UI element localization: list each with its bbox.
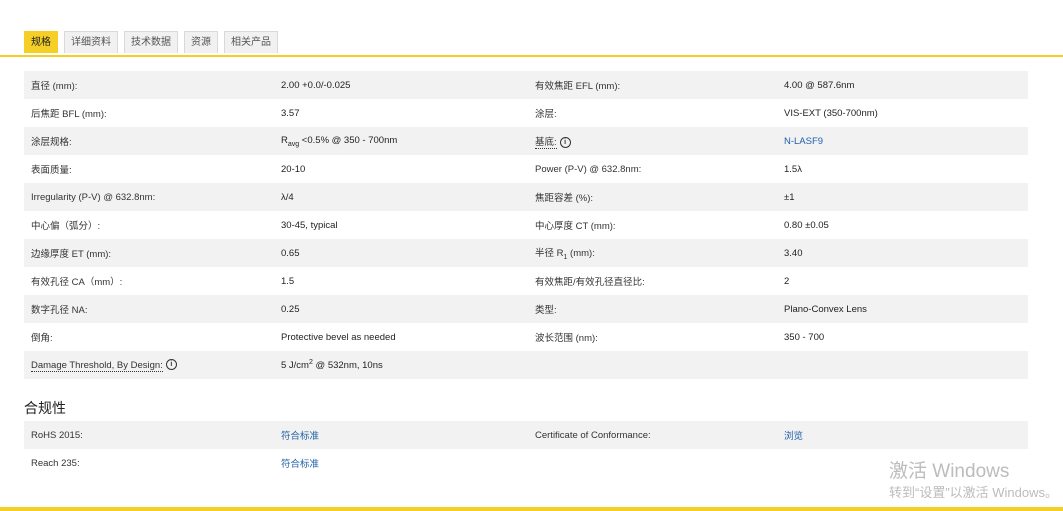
info-icon[interactable]: i: [165, 359, 177, 371]
spec-label: Irregularity (P-V) @ 632.8nm:: [24, 183, 274, 211]
spec-value: 4.00 @ 587.6nm: [777, 71, 1028, 99]
tab-specs[interactable]: 规格: [24, 31, 58, 53]
table-row: 倒角: Protective bevel as needed 波长范围 (nm)…: [24, 323, 1028, 351]
spec-value: Plano-Convex Lens: [777, 295, 1028, 323]
windows-activation-watermark: 激活 Windows: [889, 461, 1010, 482]
tab-resources[interactable]: 资源: [184, 31, 218, 53]
tab-bar: 规格 详细资料 技术数据 资源 相关产品: [0, 0, 1063, 57]
compliance-label: [528, 449, 777, 477]
spec-label: 半径 R1 (mm):: [528, 239, 777, 267]
damage-threshold-label-text[interactable]: Damage Threshold, By Design:: [31, 359, 163, 372]
spec-value: 3.57: [281, 107, 300, 119]
substrate-label[interactable]: 基底: i: [528, 127, 777, 155]
spec-value: λ/4: [274, 183, 528, 211]
spec-label: 数字孔径 NA:: [24, 295, 274, 323]
spec-label: Power (P-V) @ 632.8nm:: [535, 163, 642, 175]
spec-value: 3.40: [777, 239, 1028, 267]
windows-activation-hint: 转到“设置”以激活 Windows。: [889, 485, 1059, 500]
compliance-table: RoHS 2015: 符合标准 Certificate of Conforman…: [24, 421, 1028, 477]
table-row: 边缘厚度 ET (mm): 0.65 半径 R1 (mm): 3.40: [24, 239, 1028, 267]
bottom-accent-bar: [0, 507, 1063, 511]
spec-value: 2.00 +0.0/-0.025: [274, 71, 528, 99]
spec-value-pre: R: [281, 134, 288, 146]
spec-label: 中心厚度 CT (mm):: [535, 221, 616, 232]
table-row: 后焦距 BFL (mm): 3.57 涂层: VIS-EXT (350-700n…: [24, 99, 1028, 127]
spec-value: Ravg <0.5% @ 350 - 700nm: [274, 127, 528, 155]
spec-label: 直径 (mm):: [24, 71, 274, 99]
spec-label: 倒角:: [31, 333, 53, 344]
spec-label: 后焦距 BFL (mm):: [31, 109, 107, 120]
table-row: 数字孔径 NA: 0.25 类型: Plano-Convex Lens: [24, 295, 1028, 323]
table-row: 表面质量: 20-10 Power (P-V) @ 632.8nm: 1.5λ: [24, 155, 1028, 183]
spec-value: 0.65: [274, 239, 528, 267]
spec-value-post: @ 532nm, 10ns: [312, 360, 383, 372]
spec-label-pre: 半径 R: [535, 248, 564, 260]
substrate-label-text[interactable]: 基底:: [535, 137, 557, 149]
spec-label: 涂层:: [535, 109, 557, 120]
spec-label: 中心偏（弧分）:: [31, 221, 101, 232]
spec-label: [528, 351, 777, 379]
spec-value-pre: 5 J/cm: [281, 360, 309, 372]
reach-link[interactable]: 符合标准: [274, 449, 528, 477]
certificate-browse-link[interactable]: 浏览: [777, 421, 1028, 449]
spec-label: 有效焦距/有效孔径直径比:: [535, 277, 645, 288]
spec-value: 5 J/cm2 @ 532nm, 10ns: [274, 351, 528, 379]
spec-value-sub: avg: [287, 140, 300, 148]
spec-value: 1.5: [281, 275, 295, 287]
compliance-label: Reach 235:: [31, 457, 80, 469]
damage-threshold-label[interactable]: Damage Threshold, By Design: i: [24, 351, 274, 379]
compliance-label: RoHS 2015:: [24, 421, 274, 449]
spec-label: 表面质量:: [31, 165, 72, 176]
compliance-label: Certificate of Conformance:: [528, 421, 777, 449]
compliance-title: 合规性: [24, 400, 66, 416]
spec-value: 0.80 ±0.05: [784, 219, 829, 231]
spec-label: 波长范围 (nm):: [535, 333, 598, 344]
spec-value: 20-10: [281, 163, 306, 175]
table-row: Reach 235: 符合标准: [24, 449, 1028, 477]
table-row: 涂层规格: Ravg <0.5% @ 350 - 700nm 基底: i N-LA…: [24, 127, 1028, 155]
table-row: 有效孔径 CA（mm）: 1.5 有效焦距/有效孔径直径比: 2: [24, 267, 1028, 295]
spec-value: 1.5λ: [784, 163, 802, 175]
spec-value: 350 - 700: [784, 331, 825, 343]
spec-value: 2: [784, 275, 790, 287]
spec-label: 边缘厚度 ET (mm):: [24, 239, 274, 267]
spec-value: Protective bevel as needed: [281, 331, 396, 343]
spec-table: 直径 (mm): 2.00 +0.0/-0.025 有效焦距 EFL (mm):…: [24, 71, 1028, 379]
table-row: Damage Threshold, By Design: i 5 J/cm2 @ …: [24, 351, 1028, 379]
spec-label: 有效孔径 CA（mm）:: [31, 277, 123, 288]
spec-value: VIS-EXT (350-700nm): [784, 107, 878, 119]
spec-label: 涂层规格:: [24, 127, 274, 155]
tab-related-products[interactable]: 相关产品: [224, 31, 278, 53]
spec-label: 类型:: [528, 295, 777, 323]
spec-label-post: (mm):: [567, 248, 595, 260]
spec-label: 有效焦距 EFL (mm):: [528, 71, 777, 99]
spec-value: 30-45, typical: [281, 219, 338, 231]
spec-value: 0.25: [274, 295, 528, 323]
table-row: 直径 (mm): 2.00 +0.0/-0.025 有效焦距 EFL (mm):…: [24, 71, 1028, 99]
rohs-link[interactable]: 符合标准: [274, 421, 528, 449]
spec-value: [777, 351, 1028, 379]
tab-details[interactable]: 详细资料: [64, 31, 118, 53]
spec-value: ±1: [777, 183, 1028, 211]
table-row: RoHS 2015: 符合标准 Certificate of Conforman…: [24, 421, 1028, 449]
spec-value-post: <0.5% @ 350 - 700nm: [299, 134, 398, 146]
info-icon[interactable]: i: [559, 136, 571, 148]
substrate-link[interactable]: N-LASF9: [777, 127, 1028, 155]
spec-label: 焦距容差 (%):: [528, 183, 777, 211]
table-row: Irregularity (P-V) @ 632.8nm: λ/4 焦距容差 (…: [24, 183, 1028, 211]
tab-tech-data[interactable]: 技术数据: [124, 31, 178, 53]
table-row: 中心偏（弧分）: 30-45, typical 中心厚度 CT (mm): 0.…: [24, 211, 1028, 239]
